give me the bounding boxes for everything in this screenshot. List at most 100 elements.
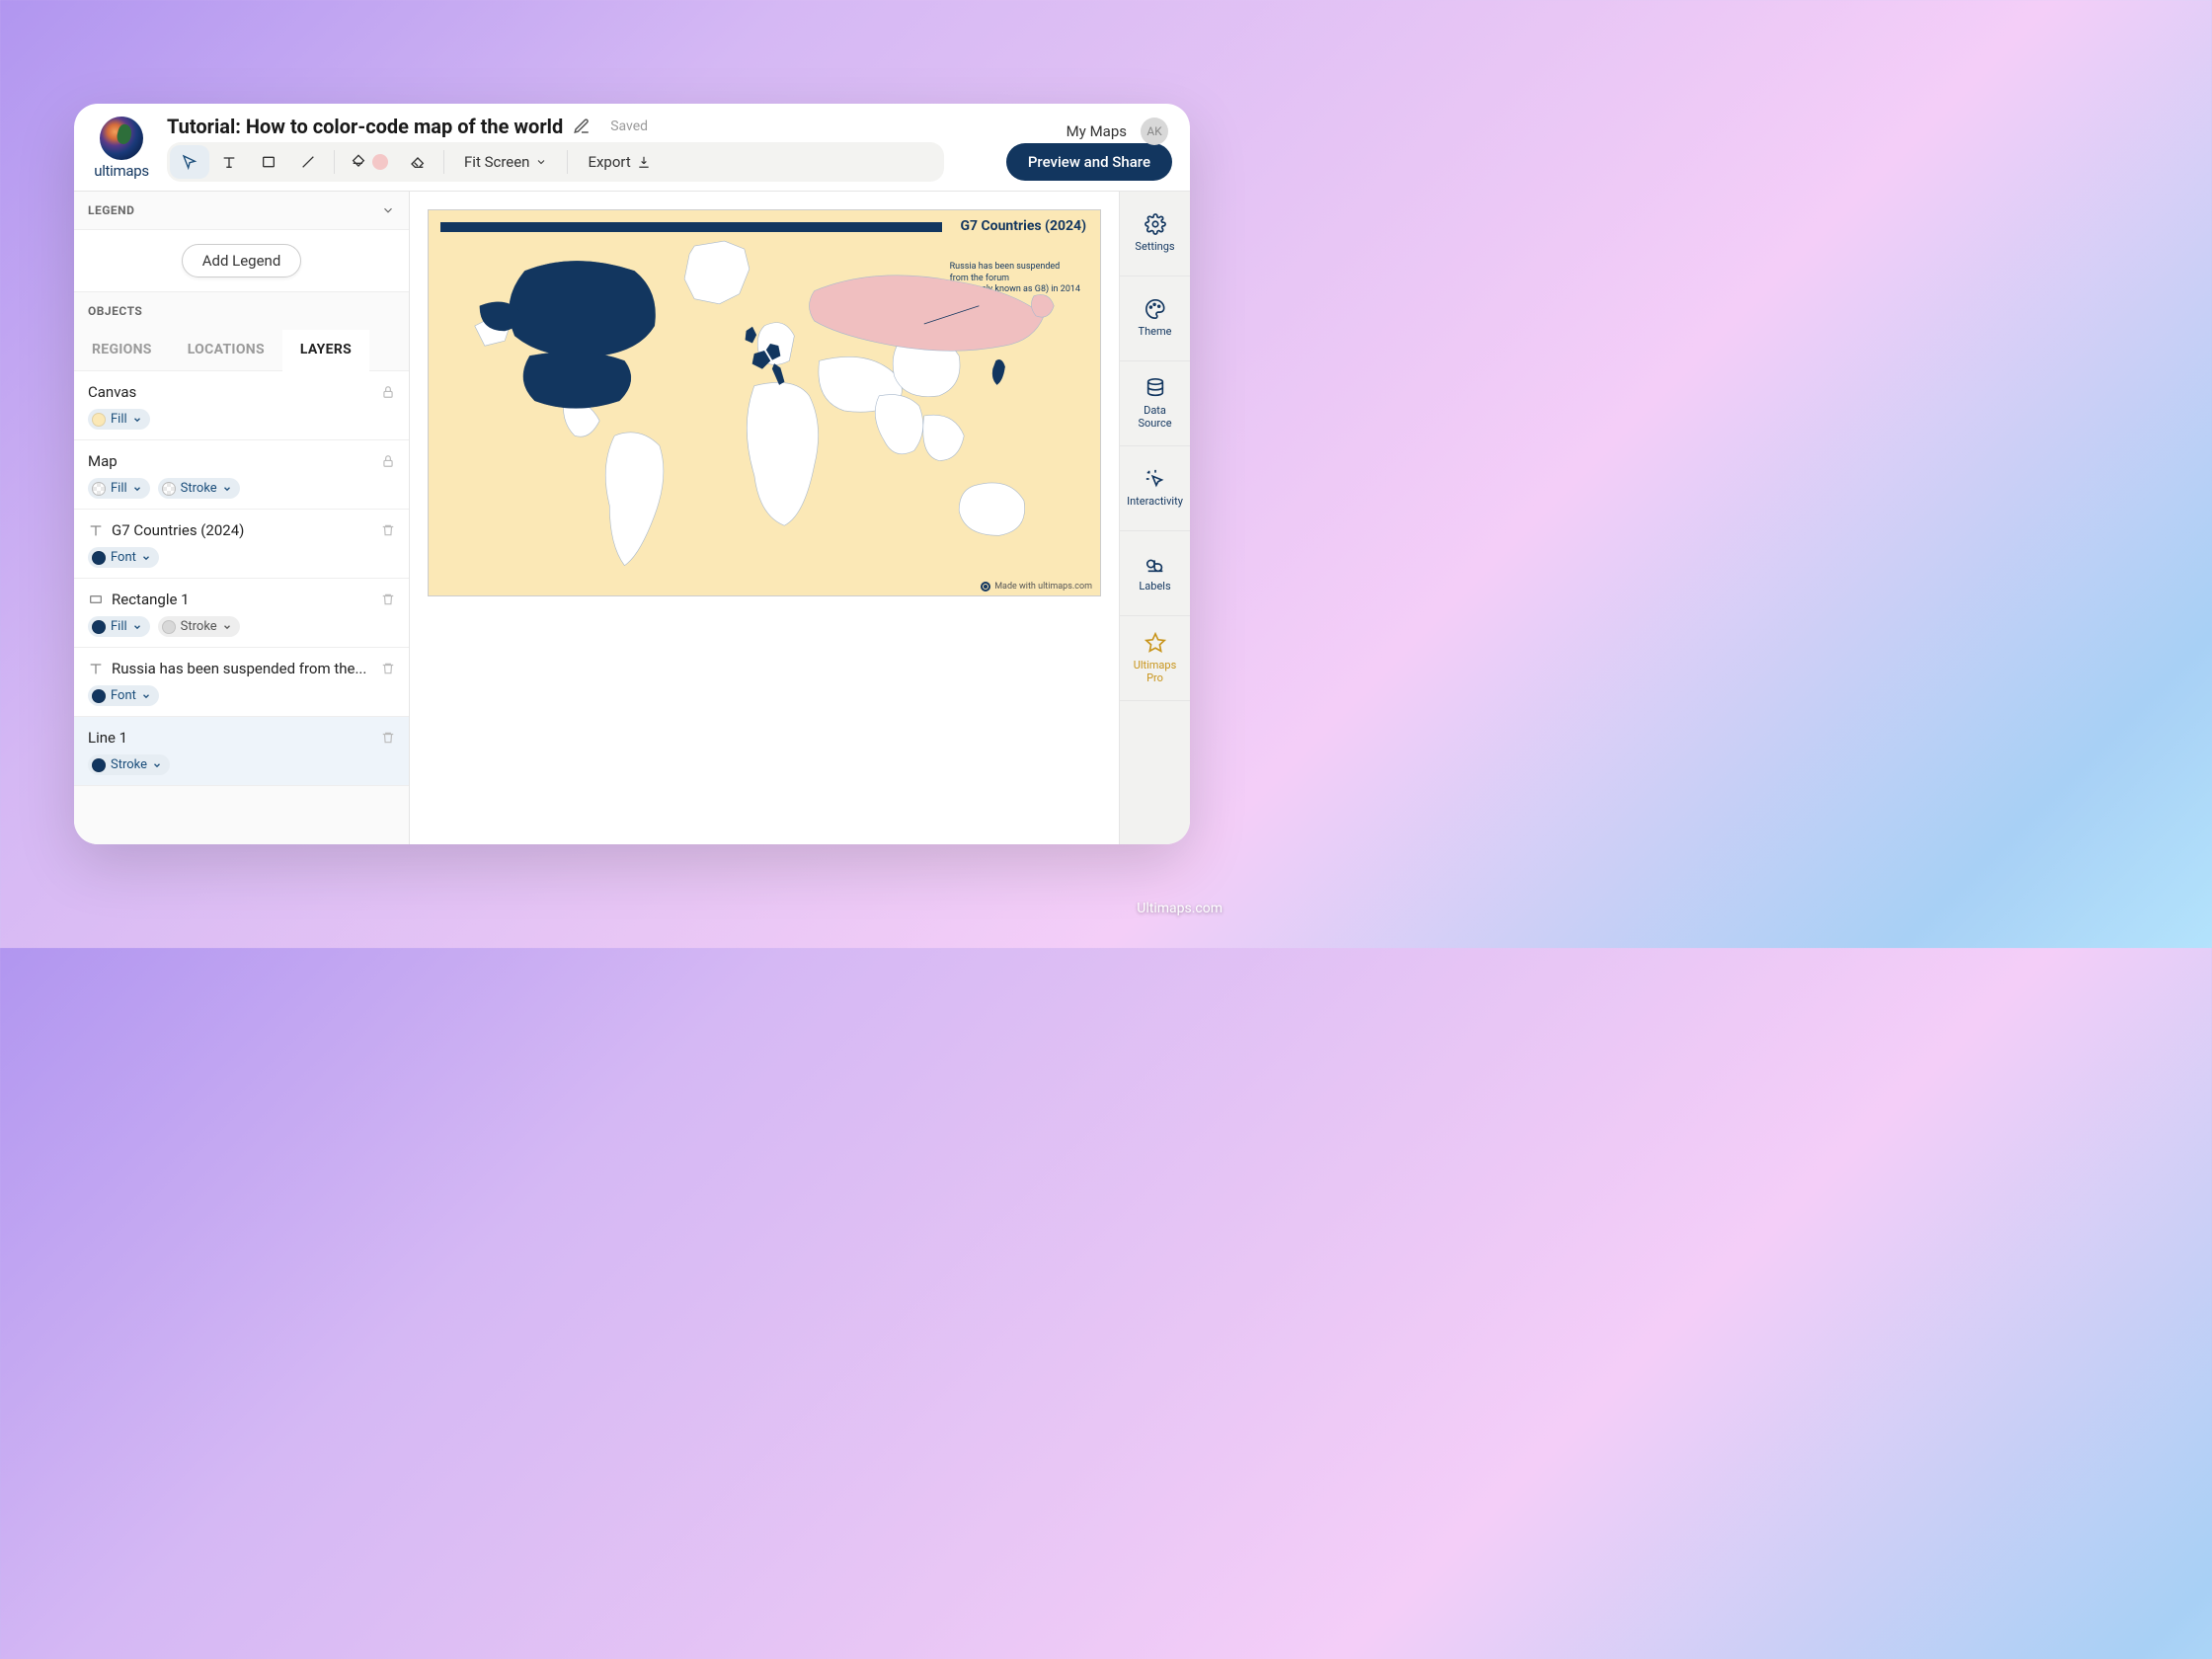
stroke-chip[interactable]: Stroke [158, 616, 240, 637]
color-swatch [92, 551, 106, 565]
layer-item[interactable]: G7 Countries (2024) Font [74, 510, 409, 579]
separator [443, 150, 444, 174]
layer-item[interactable]: Russia has been suspended from the... Fon… [74, 648, 409, 717]
objects-tabs: REGIONS LOCATIONS LAYERS [74, 330, 409, 371]
trash-icon[interactable] [381, 731, 395, 745]
layer-title: Map [88, 452, 373, 470]
color-swatch [92, 620, 106, 634]
chevron-down-icon [132, 415, 142, 425]
preview-share-button[interactable]: Preview and Share [1006, 143, 1172, 181]
layers-list: Canvas Fill Map Fill Stroke G7 Countries (202… [74, 371, 409, 786]
globe-mini-icon [981, 582, 990, 592]
map-title-text[interactable]: G7 Countries (2024) [960, 218, 1086, 234]
titlebar: ultimaps Tutorial: How to color-code map… [74, 104, 1190, 183]
rectangle-icon [88, 592, 104, 607]
line-tool[interactable] [288, 145, 328, 179]
lock-icon [381, 454, 395, 468]
trash-icon[interactable] [381, 523, 395, 537]
fill-swatch [372, 154, 388, 170]
star-icon [1145, 632, 1166, 654]
rail-theme[interactable]: Theme [1120, 276, 1190, 361]
stroke-chip[interactable]: Stroke [158, 478, 240, 499]
chevron-down-icon [132, 622, 142, 632]
text-tool[interactable] [209, 145, 249, 179]
chevron-down-icon [152, 760, 162, 770]
separator [567, 150, 568, 174]
user-avatar[interactable]: AK [1141, 118, 1168, 145]
legend-section-header[interactable]: LEGEND [74, 192, 409, 230]
toolbar: Fit Screen Export [167, 142, 944, 182]
database-icon [1145, 377, 1166, 399]
world-map-svg [429, 236, 1100, 595]
objects-section-header: OBJECTS [74, 292, 409, 330]
zoom-fit-dropdown[interactable]: Fit Screen [450, 145, 561, 179]
palette-icon [1145, 298, 1166, 320]
rectangle-tool[interactable] [249, 145, 288, 179]
separator [334, 150, 335, 174]
my-maps-link[interactable]: My Maps [1066, 122, 1127, 140]
font-chip[interactable]: Font [88, 685, 159, 706]
trash-icon[interactable] [381, 592, 395, 606]
color-swatch [162, 620, 176, 634]
text-icon [88, 661, 104, 676]
globe-icon [100, 117, 143, 160]
tab-locations[interactable]: LOCATIONS [170, 330, 282, 370]
fill-chip[interactable]: Fill [88, 478, 150, 499]
gear-icon [1145, 213, 1166, 235]
brand-logo[interactable]: ultimaps [92, 114, 151, 183]
zoom-label: Fit Screen [464, 153, 529, 171]
map-title-bar [440, 222, 942, 232]
layer-title: Line 1 [88, 729, 373, 747]
eraser-tool[interactable] [398, 145, 437, 179]
fill-tool[interactable] [341, 145, 398, 179]
map-frame[interactable]: G7 Countries (2024) Russia has been susp… [428, 209, 1101, 596]
layer-title: Russia has been suspended from the... [112, 660, 373, 677]
header-right: My Maps AK [1066, 118, 1168, 145]
layer-item[interactable]: Line 1 Stroke [74, 717, 409, 786]
legend-header-label: LEGEND [88, 203, 134, 217]
download-icon [637, 155, 651, 169]
fill-chip[interactable]: Fill [88, 616, 150, 637]
tab-layers[interactable]: LAYERS [282, 330, 369, 371]
chevron-down-icon [535, 156, 547, 168]
add-legend-row: Add Legend [74, 230, 409, 292]
color-swatch [92, 413, 106, 427]
layer-item[interactable]: Rectangle 1FillStroke [74, 579, 409, 648]
chevron-down-icon [381, 203, 395, 217]
text-icon [88, 522, 104, 538]
rail-datasource[interactable]: DataSource [1120, 361, 1190, 446]
rail-ultimaps-pro[interactable]: UltimapsPro [1120, 616, 1190, 701]
stroke-chip[interactable]: Stroke [88, 754, 170, 775]
color-swatch [92, 482, 106, 496]
rail-interactivity[interactable]: Interactivity [1120, 446, 1190, 531]
right-rail: Settings Theme DataSource Interactivity … [1119, 192, 1190, 844]
tab-regions[interactable]: REGIONS [74, 330, 170, 370]
color-swatch [92, 689, 106, 703]
color-swatch [162, 482, 176, 496]
font-chip[interactable]: Font [88, 547, 159, 568]
chevron-down-icon [222, 484, 232, 494]
color-swatch [92, 758, 106, 772]
add-legend-button[interactable]: Add Legend [182, 244, 302, 277]
layer-item[interactable]: Map Fill Stroke [74, 440, 409, 510]
left-panel: LEGEND Add Legend OBJECTS REGIONS LOCATI… [74, 192, 410, 844]
rail-labels[interactable]: Labels [1120, 531, 1190, 616]
document-title: Tutorial: How to color-code map of the w… [167, 115, 563, 138]
canvas-area[interactable]: G7 Countries (2024) Russia has been susp… [410, 192, 1119, 844]
trash-icon[interactable] [381, 662, 395, 675]
chevron-down-icon [141, 553, 151, 563]
rail-settings[interactable]: Settings [1120, 192, 1190, 276]
edit-title-icon[interactable] [573, 118, 591, 135]
layer-title: Canvas [88, 383, 373, 401]
fill-chip[interactable]: Fill [88, 409, 150, 430]
chevron-down-icon [132, 484, 142, 494]
layer-title: G7 Countries (2024) [112, 521, 373, 539]
title-column: Tutorial: How to color-code map of the w… [167, 115, 1172, 182]
app-window: ultimaps Tutorial: How to color-code map… [74, 104, 1190, 844]
select-tool[interactable] [170, 145, 209, 179]
layer-item[interactable]: Canvas Fill [74, 371, 409, 440]
export-button[interactable]: Export [574, 145, 664, 179]
map-attribution: Made with ultimaps.com [981, 582, 1092, 592]
lock-icon [381, 385, 395, 399]
footer-brand: Ultimaps.com [1137, 901, 1223, 916]
